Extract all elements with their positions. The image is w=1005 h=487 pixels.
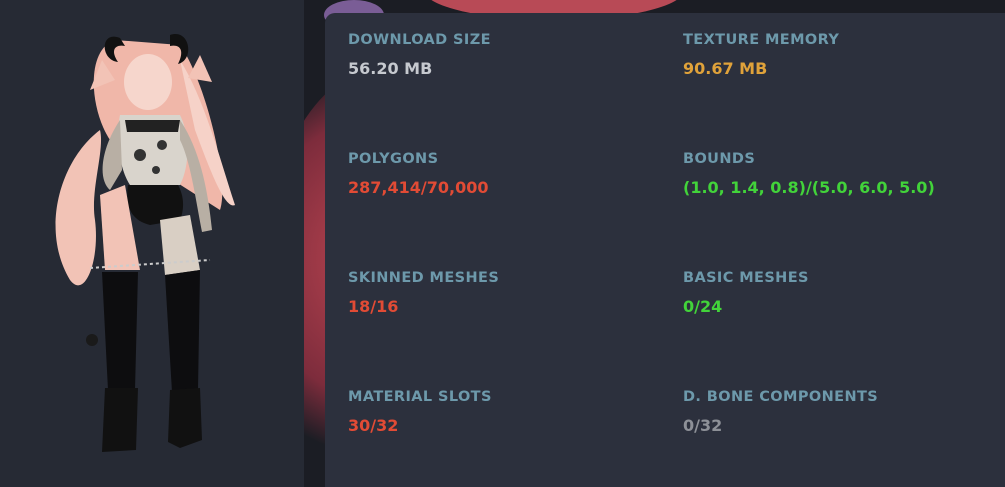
- stat-download-size: DOWNLOAD SIZE 56.20 MB: [348, 32, 668, 78]
- stat-label: TEXTURE MEMORY: [683, 32, 840, 48]
- avatar-figure: [55, 34, 235, 452]
- stat-label: POLYGONS: [348, 151, 439, 167]
- stat-value: 0/32: [683, 416, 723, 435]
- stat-value: 30/32: [348, 416, 399, 435]
- stat-value: (1.0, 1.4, 0.8)/(5.0, 6.0, 5.0): [683, 178, 935, 197]
- stat-label: BASIC MESHES: [683, 270, 809, 286]
- stat-label: DOWNLOAD SIZE: [348, 32, 491, 48]
- stat-value: 18/16: [348, 297, 399, 316]
- stat-basic-meshes: BASIC MESHES 0/24: [683, 270, 1003, 316]
- avatar-stats-screen: DOWNLOAD SIZE 56.20 MB TEXTURE MEMORY 90…: [0, 0, 1005, 487]
- avatar-preview-panel[interactable]: [0, 0, 304, 487]
- stat-value: 287,414/70,000: [348, 178, 489, 197]
- stat-label: SKINNED MESHES: [348, 270, 500, 286]
- stat-texture-memory: TEXTURE MEMORY 90.67 MB: [683, 32, 1003, 78]
- stat-label: BOUNDS: [683, 151, 756, 167]
- stat-material-slots: MATERIAL SLOTS 30/32: [348, 389, 668, 435]
- stat-label: D. BONE COMPONENTS: [683, 389, 879, 405]
- stat-label: MATERIAL SLOTS: [348, 389, 492, 405]
- stat-value: 90.67 MB: [683, 59, 768, 78]
- stat-skinned-meshes: SKINNED MESHES 18/16: [348, 270, 668, 316]
- stat-dynamic-bone-components: D. BONE COMPONENTS 0/32: [683, 389, 1003, 435]
- stat-value: 0/24: [683, 297, 723, 316]
- stat-value: 56.20 MB: [348, 59, 433, 78]
- stat-polygons: POLYGONS 287,414/70,000: [348, 151, 668, 197]
- stat-bounds: BOUNDS (1.0, 1.4, 0.8)/(5.0, 6.0, 5.0): [683, 151, 1003, 197]
- performance-stats-card: DOWNLOAD SIZE 56.20 MB TEXTURE MEMORY 90…: [325, 13, 1005, 487]
